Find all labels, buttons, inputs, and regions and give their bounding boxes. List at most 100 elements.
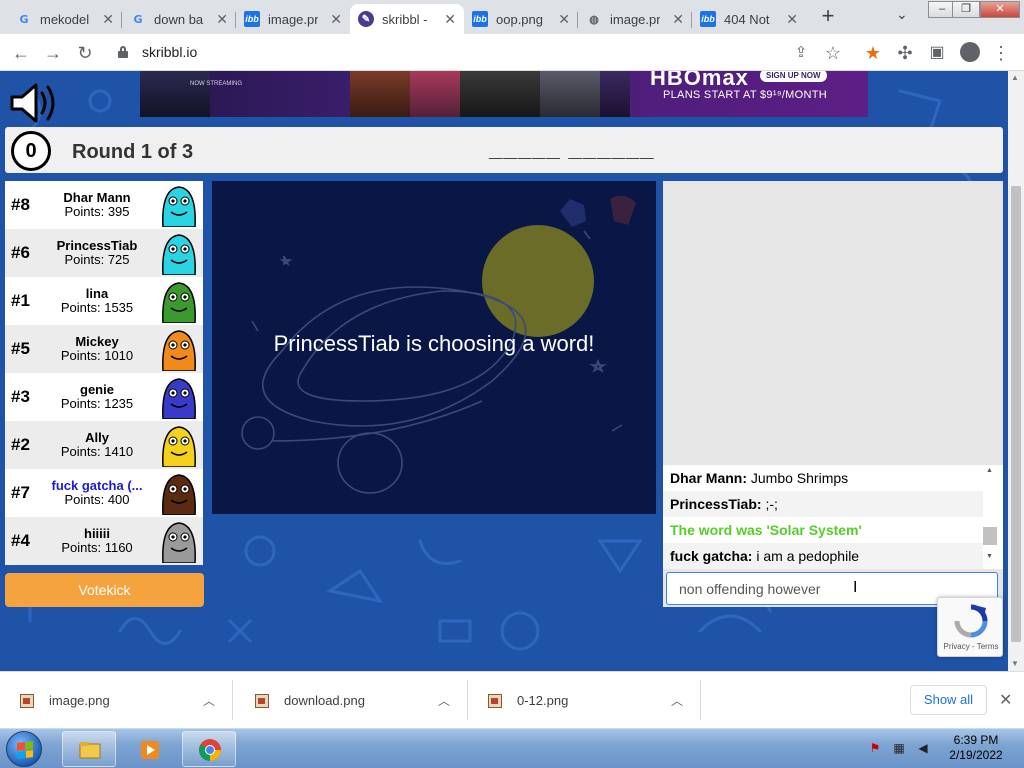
close-tab-icon[interactable]: ✕	[102, 11, 114, 28]
chat-scrollbar[interactable]: ▲ ▼	[983, 465, 1003, 569]
player-points: Points: 725	[64, 252, 130, 267]
chat-scroll-thumb[interactable]	[983, 527, 997, 545]
player-name: Ally	[85, 431, 109, 445]
ad-signup-button[interactable]: SIGN UP NOW	[760, 71, 827, 82]
download-item[interactable]: download.png ︿	[235, 672, 468, 729]
player-row[interactable]: #7 fuck gatcha (... Points: 400	[5, 469, 203, 517]
chrome-icon	[199, 739, 221, 761]
player-list: #8 Dhar Mann Points: 395 #6 PrincessTiab Poin…	[5, 181, 203, 565]
download-filename: 0-12.png	[517, 693, 569, 708]
player-avatar-icon	[162, 426, 196, 467]
votekick-button[interactable]: Votekick	[5, 573, 204, 607]
browser-tab[interactable]: ibb 404 Not ✕	[692, 4, 806, 34]
taskbar-explorer[interactable]	[62, 731, 116, 767]
extensions-puzzle-icon[interactable]: ✣	[894, 42, 916, 64]
start-button-windows-icon[interactable]	[6, 731, 42, 767]
recaptcha-links[interactable]: Privacy - Terms	[938, 642, 1004, 651]
player-row[interactable]: #6 PrincessTiab Points: 725	[5, 229, 203, 277]
player-row[interactable]: #8 Dhar Mann Points: 395	[5, 181, 203, 229]
menu-kebab-icon[interactable]: ⋮	[990, 42, 1012, 64]
player-row[interactable]: #4 hiiiii Points: 1160	[5, 517, 203, 565]
scroll-down-icon[interactable]: ▼	[1011, 659, 1019, 668]
tab-title: down ba	[154, 11, 204, 27]
page-scroll-thumb[interactable]	[1011, 186, 1021, 642]
new-tab-icon[interactable]: +	[817, 5, 839, 28]
recaptcha-icon	[954, 604, 988, 638]
player-rank: #8	[11, 195, 30, 214]
player-name: fuck gatcha (...	[51, 479, 143, 493]
sound-toggle-icon[interactable]	[8, 81, 58, 125]
scroll-up-icon[interactable]: ▲	[1011, 73, 1019, 82]
close-tab-icon[interactable]: ✕	[558, 11, 570, 28]
taskbar-media-player[interactable]	[122, 731, 176, 767]
browser-tab[interactable]: G mekodelli ✕	[8, 4, 122, 34]
side-panel-icon[interactable]: ▣	[926, 42, 948, 64]
profile-avatar-icon[interactable]	[960, 42, 980, 62]
browser-tab[interactable]: G down ba ✕	[122, 4, 236, 34]
reload-icon[interactable]: ↻	[74, 42, 96, 64]
lock-icon[interactable]	[118, 46, 128, 58]
show-all-downloads-button[interactable]: Show all	[910, 685, 987, 715]
chevron-up-icon[interactable]: ︿	[203, 692, 215, 709]
system-clock[interactable]: 6:39 PM 2/19/2022	[948, 733, 1004, 763]
drawing-canvas[interactable]: PrincessTiab is choosing a word!	[212, 181, 656, 514]
windows-taskbar: ⚑ ▦ ◀ 6:39 PM 2/19/2022	[0, 728, 1024, 768]
download-item[interactable]: 0-12.png ︿	[468, 672, 701, 729]
downloads-bar: image.png ︿ download.png ︿ 0-12.png ︿ Sh…	[0, 671, 1024, 728]
browser-tab-active[interactable]: ✎ skribbl - ✕	[350, 4, 464, 34]
scroll-down-icon[interactable]: ▼	[986, 553, 993, 560]
bookmark-star-icon[interactable]: ☆	[822, 42, 844, 64]
chevron-up-icon[interactable]: ︿	[671, 692, 683, 709]
browser-tab[interactable]: ibb oop.png ✕	[464, 4, 578, 34]
tab-title: 404 Not	[724, 11, 770, 27]
close-tab-icon[interactable]: ✕	[216, 11, 228, 28]
scroll-up-icon[interactable]: ▲	[986, 467, 993, 474]
close-tab-icon[interactable]: ✕	[444, 11, 456, 28]
chat-system-message: The word was 'Solar System'	[670, 522, 862, 538]
chat-message: Dhar Mann: Jumbo Shrimps	[663, 465, 993, 491]
page-scrollbar[interactable]: ▲ ▼	[1008, 71, 1024, 671]
browser-toolbar: ← → ↻ skribbl.io ⇪ ☆ ★ ✣ ▣ ⋮	[0, 34, 1024, 71]
ad-brand-logo: HBOmax	[650, 71, 749, 90]
player-rank: #4	[11, 531, 30, 550]
hbomax-ad-banner[interactable]: NOW STREAMING HBOmax SIGN UP NOW PLANS S…	[140, 71, 868, 117]
player-points: Points: 395	[64, 204, 130, 219]
imgbb-icon: ibb	[700, 11, 716, 27]
canvas-status-message: PrincessTiab is choosing a word!	[273, 331, 595, 356]
recaptcha-badge[interactable]: Privacy - Terms	[937, 597, 1003, 657]
chat-message: fuck gatcha: i am a pedophile	[663, 543, 993, 569]
player-row[interactable]: #5 Mickey Points: 1010	[5, 325, 203, 373]
player-avatar-icon	[162, 234, 196, 275]
tab-search-chevron-icon[interactable]: ⌄	[896, 6, 908, 23]
restore-icon[interactable]: ❐	[952, 1, 980, 18]
player-avatar-icon	[162, 522, 196, 563]
close-downloads-icon[interactable]: ✕	[999, 690, 1012, 710]
player-row[interactable]: #3 genie Points: 1235	[5, 373, 203, 421]
skribbl-page: NOW STREAMING HBOmax SIGN UP NOW PLANS S…	[0, 71, 1008, 671]
extension-star-icon[interactable]: ★	[862, 42, 884, 64]
share-icon[interactable]: ⇪	[790, 42, 812, 64]
browser-tab[interactable]: ◍ image.pn ✕	[578, 4, 692, 34]
forward-arrow-icon[interactable]: →	[42, 42, 64, 64]
google-icon: G	[133, 12, 143, 26]
player-rank: #7	[11, 483, 30, 502]
google-icon: G	[19, 12, 29, 26]
download-item[interactable]: image.png ︿	[0, 672, 233, 729]
taskbar-chrome[interactable]	[182, 731, 236, 767]
browser-tab[interactable]: ibb image.pn ✕	[236, 4, 350, 34]
ad-streaming-text: NOW STREAMING	[190, 81, 242, 87]
player-row[interactable]: #2 Ally Points: 1410	[5, 421, 203, 469]
address-bar[interactable]: skribbl.io	[142, 44, 197, 60]
tray-flag-icon[interactable]: ⚑	[868, 741, 882, 755]
network-icon[interactable]: ▦	[892, 741, 906, 755]
back-arrow-icon[interactable]: ←	[10, 42, 32, 64]
text-cursor-icon: I	[853, 579, 858, 596]
player-row[interactable]: #1 lina Points: 1535	[5, 277, 203, 325]
window-close-icon[interactable]: ✕	[980, 1, 1020, 18]
chevron-up-icon[interactable]: ︿	[438, 692, 450, 709]
close-tab-icon[interactable]: ✕	[672, 11, 684, 28]
close-tab-icon[interactable]: ✕	[330, 11, 342, 28]
close-tab-icon[interactable]: ✕	[786, 11, 798, 28]
volume-icon[interactable]: ◀	[916, 741, 930, 755]
image-file-icon	[488, 693, 502, 708]
